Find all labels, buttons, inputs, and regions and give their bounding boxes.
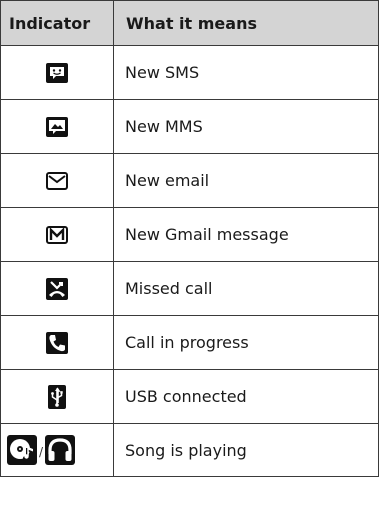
meaning-cell: Song is playing [113, 423, 379, 477]
indicator-cell [0, 261, 114, 316]
table-row: Missed call [0, 261, 379, 316]
table-row: New MMS [0, 99, 379, 154]
indicator-cell: / [0, 423, 114, 477]
gmail-envelope-icon [46, 226, 68, 245]
table-row: Call in progress [0, 315, 379, 370]
indicator-cell [0, 315, 114, 370]
meaning-cell: USB connected [113, 369, 379, 424]
table-row: New Gmail message [0, 207, 379, 262]
call-in-progress-icon [46, 331, 68, 354]
indicator-cell [0, 369, 114, 424]
indicator-cell [0, 153, 114, 208]
table-row: USB connected [0, 369, 379, 424]
table-row: / Song is playing [0, 423, 379, 477]
sms-bubble-icon [46, 62, 68, 83]
meaning-cell: New MMS [113, 99, 379, 154]
meaning-cell: Missed call [113, 261, 379, 316]
indicator-cell [0, 45, 114, 100]
indicator-cell [0, 99, 114, 154]
table-row: New email [0, 153, 379, 208]
meaning-cell: New Gmail message [113, 207, 379, 262]
status-indicator-table: Indicator What it means New SMS New MMS … [0, 0, 379, 477]
table-row: New SMS [0, 45, 379, 100]
email-envelope-icon [46, 172, 68, 191]
meaning-cell: Call in progress [113, 315, 379, 370]
meaning-cell: New email [113, 153, 379, 208]
indicator-cell [0, 207, 114, 262]
table-header-row: Indicator What it means [0, 0, 379, 46]
header-indicator: Indicator [0, 0, 114, 46]
missed-call-icon [46, 277, 68, 300]
music-disc-icon [7, 435, 37, 465]
icon-separator: / [39, 445, 44, 459]
meaning-cell: New SMS [113, 45, 379, 100]
usb-icon [48, 384, 66, 409]
header-meaning: What it means [113, 0, 379, 46]
headphones-icon [45, 435, 76, 465]
mms-picture-bubble-icon [46, 116, 68, 137]
